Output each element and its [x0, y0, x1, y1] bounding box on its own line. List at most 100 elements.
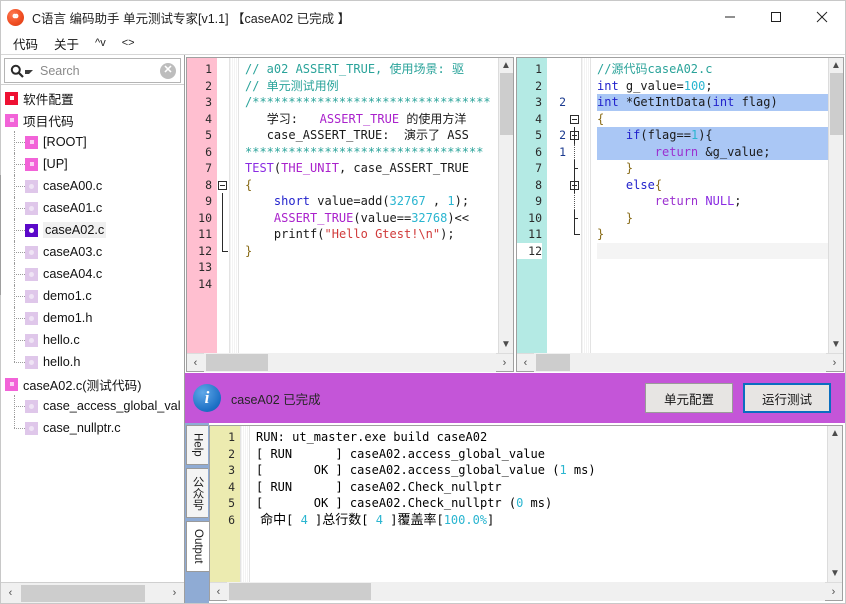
- fold-row[interactable]: [217, 226, 229, 243]
- fold-row[interactable]: [569, 111, 581, 128]
- output-hscrollbar[interactable]: ‹ ›: [210, 582, 842, 601]
- test-editor-vscroll-thumb[interactable]: [499, 73, 513, 135]
- sidebar-resize-handle[interactable]: [0, 175, 3, 295]
- scroll-down-arrow-icon[interactable]: ▼: [831, 338, 841, 352]
- scroll-right-arrow-icon[interactable]: ›: [166, 584, 183, 603]
- fold-row[interactable]: [217, 144, 229, 161]
- code-line[interactable]: 学习: ASSERT_TRUE 的使用方洋: [245, 111, 498, 128]
- code-line[interactable]: return &g_value;: [597, 143, 828, 160]
- scroll-left-arrow-icon[interactable]: ‹: [210, 582, 227, 601]
- scroll-down-arrow-icon[interactable]: ▼: [501, 338, 511, 352]
- tree-item-up[interactable]: [UP]: [1, 153, 184, 175]
- fold-row[interactable]: [569, 61, 581, 78]
- source-editor-hscroll-thumb[interactable]: [536, 354, 570, 371]
- fold-row[interactable]: [217, 111, 229, 128]
- fold-row[interactable]: [569, 226, 581, 243]
- close-button[interactable]: [799, 1, 845, 33]
- code-line[interactable]: }: [245, 243, 498, 260]
- code-line[interactable]: if(flag==1){: [597, 127, 828, 144]
- search-dropdown-caret-icon[interactable]: [25, 70, 33, 74]
- fold-row[interactable]: [569, 78, 581, 95]
- code-line[interactable]: else{: [597, 177, 828, 194]
- scroll-right-arrow-icon[interactable]: ›: [496, 353, 513, 372]
- test-editor-hscroll-track[interactable]: [204, 353, 496, 372]
- scroll-up-arrow-icon[interactable]: ▲: [830, 427, 840, 441]
- source-editor-hscroll-track[interactable]: [534, 353, 826, 372]
- maximize-button[interactable]: [753, 1, 799, 33]
- minimize-button[interactable]: [707, 1, 753, 33]
- fold-row[interactable]: [569, 176, 581, 193]
- tree-item-[interactable]: 项目代码: [1, 109, 184, 131]
- code-line[interactable]: ASSERT_TRUE(value==32768)<<: [245, 210, 498, 227]
- scroll-up-arrow-icon[interactable]: ▲: [501, 59, 511, 73]
- code-line[interactable]: // a02 ASSERT_TRUE, 使用场景: 驱: [245, 61, 498, 78]
- code-line[interactable]: // 单元测试用例: [245, 78, 498, 95]
- scroll-left-arrow-icon[interactable]: ‹: [2, 584, 19, 603]
- source-editor-code[interactable]: //源代码caseA02.c int g_value=100; int *GetIn…: [591, 58, 828, 353]
- fold-row[interactable]: [217, 259, 229, 276]
- source-code-editor[interactable]: 1 2 3 4 5 6 7 8 9 10 11 12 2 21 //源代码caseA02.c int g…: [516, 57, 844, 372]
- file-tree[interactable]: 软件配置 项目代码 [ROOT] [UP] caseA00.c caseA01.c case…: [1, 84, 184, 582]
- code-line[interactable]: /*********************************: [245, 94, 498, 111]
- fold-row[interactable]: [569, 193, 581, 210]
- test-editor-vscrollbar[interactable]: ▲ ▼: [498, 58, 513, 353]
- scroll-down-arrow-icon[interactable]: ▼: [830, 567, 840, 581]
- fold-row[interactable]: [569, 160, 581, 177]
- code-line[interactable]: TEST(THE_UNIT, case_ASSERT_TRUE: [245, 160, 498, 177]
- tree-item-[interactable]: 软件配置: [1, 87, 184, 109]
- fold-row[interactable]: [569, 243, 581, 260]
- code-line[interactable]: int g_value=100;: [597, 78, 828, 95]
- fold-row[interactable]: [217, 127, 229, 144]
- fold-row[interactable]: [569, 209, 581, 226]
- code-line[interactable]: [245, 276, 498, 293]
- fold-row[interactable]: [217, 61, 229, 78]
- tree-item-demo1h[interactable]: demo1.h: [1, 307, 184, 329]
- output-hscroll-thumb[interactable]: [229, 583, 371, 600]
- tree-item-casea03c[interactable]: caseA03.c: [1, 241, 184, 263]
- menu-about[interactable]: 关于: [46, 33, 87, 55]
- fold-row[interactable]: [217, 276, 229, 293]
- scroll-right-arrow-icon[interactable]: ›: [826, 353, 843, 372]
- tab-output[interactable]: Output: [186, 521, 209, 572]
- code-line[interactable]: int *GetIntData(int flag): [597, 94, 828, 111]
- tree-item-casea02c[interactable]: caseA02.c: [1, 219, 184, 241]
- test-editor-hscroll-thumb[interactable]: [206, 354, 268, 371]
- code-line[interactable]: {: [245, 177, 498, 194]
- tree-item-helloc[interactable]: hello.c: [1, 329, 184, 351]
- scroll-right-arrow-icon[interactable]: ›: [825, 582, 842, 601]
- output-vscrollbar[interactable]: ▲ ▼: [827, 426, 842, 582]
- test-editor-hscrollbar[interactable]: ‹ ›: [187, 353, 513, 372]
- test-code-editor[interactable]: 1 2 3 4 5 6 7 8 9 10 11 12 13 14 // a02 ASSERT_TRUE, …: [186, 57, 514, 372]
- output-hscroll-track[interactable]: [227, 582, 825, 601]
- code-line[interactable]: //源代码caseA02.c: [597, 61, 828, 78]
- menu-leftright[interactable]: <>: [114, 36, 143, 51]
- fold-row[interactable]: [217, 78, 229, 95]
- fold-row[interactable]: [569, 127, 581, 144]
- unit-config-button[interactable]: 单元配置: [645, 383, 733, 413]
- menu-updown[interactable]: ^v: [87, 36, 114, 51]
- source-editor-vscroll-track[interactable]: [829, 73, 843, 338]
- tree-item-root[interactable]: [ROOT]: [1, 131, 184, 153]
- code-line[interactable]: short value=add(32767 , 1);: [245, 193, 498, 210]
- source-editor-hscrollbar[interactable]: ‹ ›: [517, 353, 843, 372]
- source-editor-vscrollbar[interactable]: ▲ ▼: [828, 58, 843, 353]
- scroll-up-arrow-icon[interactable]: ▲: [831, 59, 841, 73]
- tree-item-helloh[interactable]: hello.h: [1, 351, 184, 373]
- test-editor-fold-column[interactable]: [217, 58, 229, 353]
- code-line[interactable]: }: [597, 160, 828, 177]
- source-editor-vscroll-thumb[interactable]: [829, 73, 843, 135]
- sidebar-hscrollbar[interactable]: ‹ ›: [1, 582, 184, 603]
- code-line[interactable]: }: [597, 226, 828, 243]
- fold-row[interactable]: [217, 242, 229, 260]
- code-line[interactable]: *********************************: [245, 144, 498, 161]
- code-line[interactable]: printf("Hello Gtest!\n");: [245, 226, 498, 243]
- output-panel[interactable]: 1 2 3 4 5 6 RUN: ut_master.exe build caseA02 […: [209, 425, 843, 601]
- tab-help[interactable]: Help: [186, 425, 208, 465]
- tree-item-casea02c[interactable]: caseA02.c(测试代码): [1, 373, 184, 395]
- code-line[interactable]: return NULL;: [597, 193, 828, 210]
- tree-item-case_nullptrc[interactable]: case_nullptr.c: [1, 417, 184, 439]
- scroll-left-arrow-icon[interactable]: ‹: [517, 353, 534, 372]
- fold-row[interactable]: [217, 160, 229, 177]
- test-editor-code[interactable]: // a02 ASSERT_TRUE, 使用场景: 驱// 单元测试用例/***…: [239, 58, 498, 353]
- code-line[interactable]: {: [597, 111, 828, 128]
